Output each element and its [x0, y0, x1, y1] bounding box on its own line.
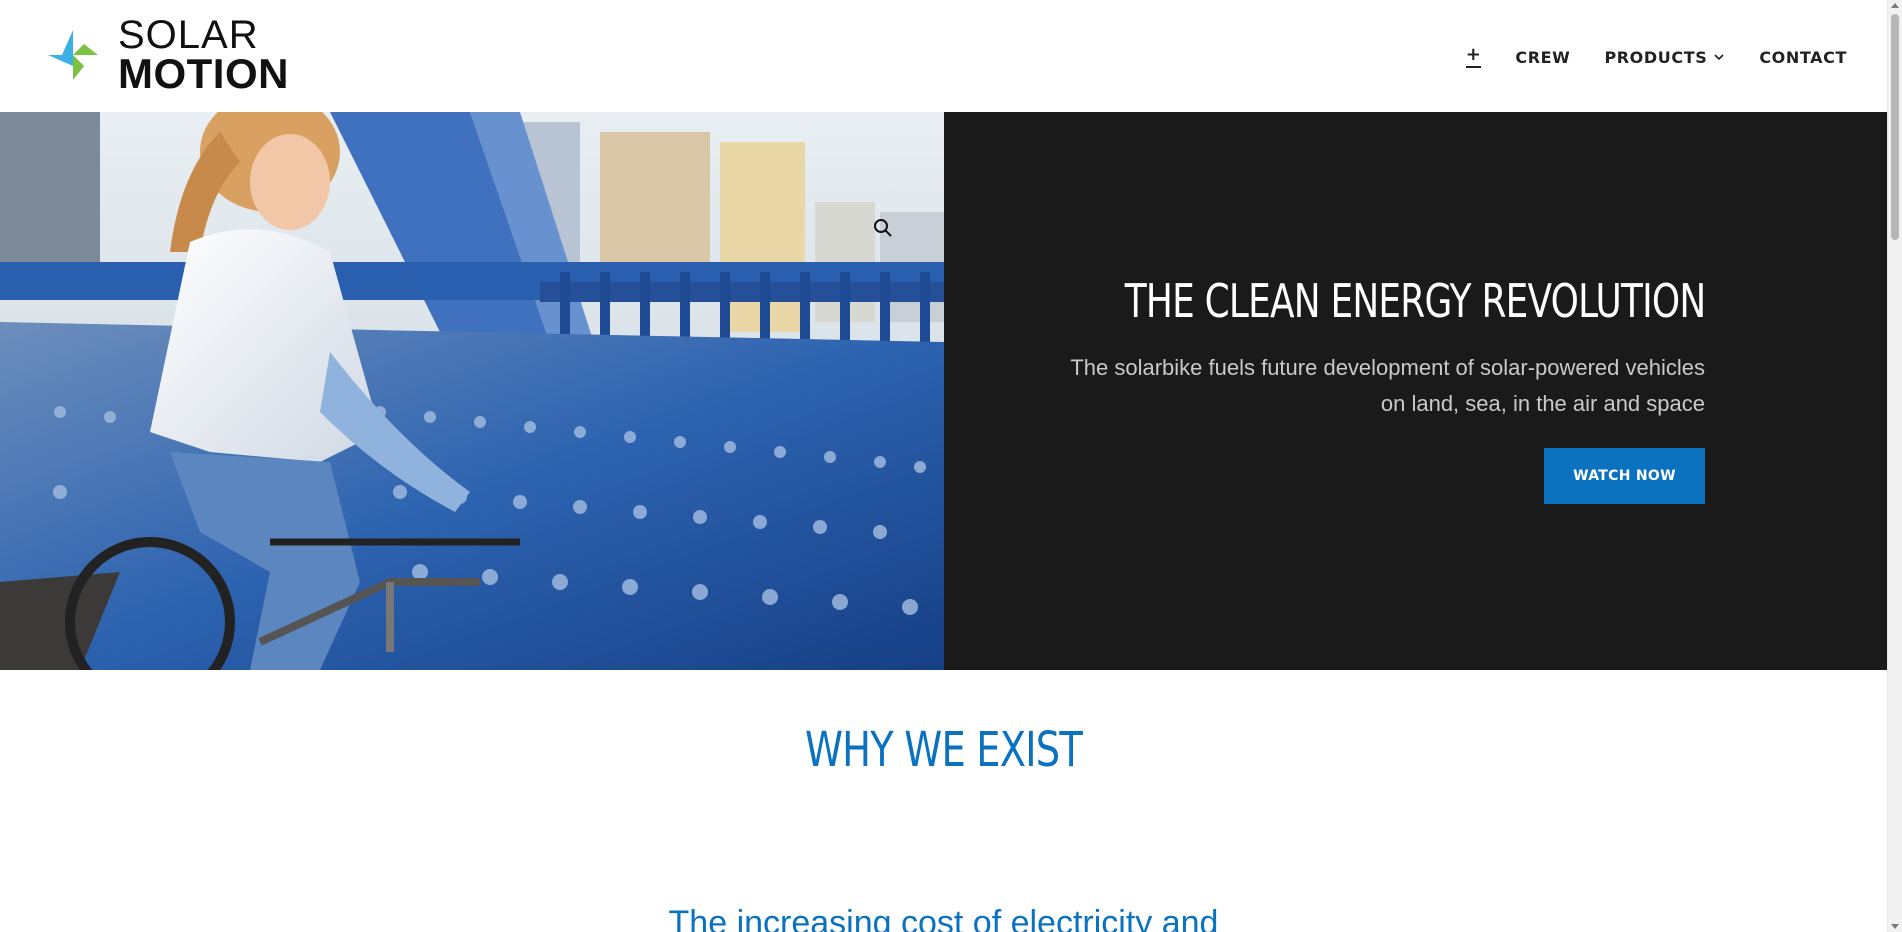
chevron-down-icon	[1714, 54, 1724, 61]
hero-panel: THE CLEAN ENERGY REVOLUTION The solarbik…	[944, 112, 1887, 670]
scrollbar-thumb[interactable]	[1891, 14, 1899, 240]
pinwheel-logo-icon	[48, 30, 98, 80]
nav-item-crew[interactable]: CREW	[1515, 48, 1570, 67]
nav-item-products[interactable]: PRODUCTS	[1604, 48, 1725, 67]
main-nav: + CREW PRODUCTS CONTACT	[1465, 46, 1847, 68]
hero-image	[0, 112, 944, 670]
nav-item-plus[interactable]: +	[1465, 46, 1482, 68]
site-header: SOLAR MOTION + CREW PRODUCTS CONTACT	[0, 0, 1887, 112]
hero-title: THE CLEAN ENERGY REVOLUTION	[1124, 274, 1705, 328]
brand-wordmark: SOLAR MOTION	[118, 13, 289, 98]
why-we-exist-title: WHY WE EXIST	[804, 722, 1083, 778]
hero-photo	[0, 112, 944, 670]
watch-now-button[interactable]: WATCH NOW	[1544, 448, 1705, 504]
page-scrollbar[interactable]	[1887, 0, 1902, 932]
why-we-exist-intro: The increasing cost of electricity and	[668, 904, 1219, 932]
nav-item-contact[interactable]: CONTACT	[1759, 48, 1847, 67]
page: SOLAR MOTION + CREW PRODUCTS CONTACT THE…	[0, 0, 1902, 932]
search-icon[interactable]	[872, 217, 894, 239]
brand-logo-link[interactable]: SOLAR MOTION	[40, 15, 289, 95]
hero-subtitle: The solarbike fuels future development o…	[1070, 355, 1705, 416]
scroll-up-icon[interactable]	[1891, 3, 1899, 8]
brand-line-2: MOTION	[118, 50, 289, 98]
scroll-down-icon[interactable]	[1891, 924, 1899, 929]
nav-item-products-label: PRODUCTS	[1604, 47, 1708, 67]
brand-line-1: SOLAR	[118, 13, 259, 58]
